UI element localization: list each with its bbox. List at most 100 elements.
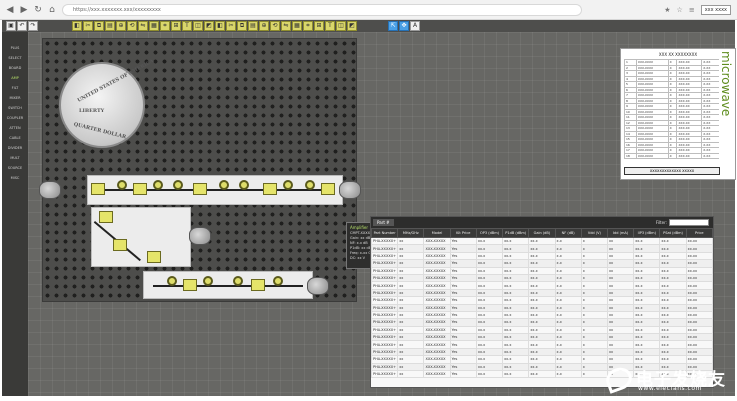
save-icon[interactable]: ◧ (72, 21, 82, 31)
cut-icon[interactable]: ▤ (105, 21, 115, 31)
column-header[interactable]: P1dB (dBm) (502, 228, 530, 238)
table-row[interactable]: PHA-XXXXX+ xx XXX-XXXXX Yes xx.x xx.x xx.x x.x x… (370, 259, 714, 268)
undo-icon[interactable]: ✂ (226, 21, 236, 31)
component-block[interactable] (99, 211, 113, 223)
sma-connector[interactable] (173, 180, 183, 190)
copy-icon[interactable]: ⊕ (116, 21, 126, 31)
mixer-block[interactable] (183, 279, 197, 291)
text-icon[interactable]: ◩ (347, 21, 357, 31)
sma-connector[interactable] (153, 180, 163, 190)
coupler-block[interactable] (113, 239, 127, 251)
sidebar-item-switch[interactable]: SWITCH (4, 104, 26, 112)
sma-end-connector[interactable] (307, 277, 329, 295)
menu-icon[interactable]: ≡ (689, 6, 695, 14)
sma-connector[interactable] (273, 276, 283, 286)
column-header[interactable]: Vdd (V) (580, 228, 608, 238)
address-bar[interactable]: https://xxx.xxxxxxx.xxx/xxxxxxxxx (62, 4, 582, 16)
sidebar-item-cable[interactable]: CABLE (4, 134, 26, 142)
pan-icon[interactable]: ✥ (399, 21, 409, 31)
zoom-icon[interactable]: ⇋ (281, 21, 291, 31)
home-icon[interactable]: ⌂ (46, 4, 58, 16)
redo-icon[interactable]: ⧉ (94, 21, 104, 31)
sma-connector[interactable] (233, 276, 243, 286)
table-row[interactable]: PHA-XXXXX+ xx XXX-XXXXX Yes xx.x xx.x xx.x x.x x… (370, 236, 714, 246)
undo-icon[interactable]: ✂ (83, 21, 93, 31)
tab-part-number[interactable]: Part # (373, 219, 394, 226)
sma-end-connector[interactable] (39, 181, 61, 199)
paste-icon[interactable]: ⟲ (270, 21, 280, 31)
sidebar-item-amp[interactable]: AMP (4, 74, 26, 82)
snap-icon[interactable]: T (182, 21, 192, 31)
sma-connector[interactable] (305, 180, 315, 190)
column-header[interactable]: Gain (dB) (528, 228, 556, 238)
sma-end-connector[interactable] (339, 181, 361, 199)
rotate-icon[interactable]: ▦ (292, 21, 302, 31)
sma-connector[interactable] (283, 180, 293, 190)
sma-connector[interactable] (219, 180, 229, 190)
copy-icon[interactable]: ⊕ (259, 21, 269, 31)
table-row[interactable]: PHA-XXXXX+ xx XXX-XXXXX Yes xx.x xx.x xx.x x.x x… (370, 244, 714, 253)
profile-button[interactable]: xxx xxxx (700, 5, 731, 15)
measure-icon[interactable]: ◫ (193, 21, 203, 31)
column-header[interactable]: MHz/GHz (397, 228, 425, 238)
sma-connector[interactable] (203, 276, 213, 286)
save-icon[interactable]: ▣ (6, 21, 16, 31)
save-icon[interactable]: ◧ (215, 21, 225, 31)
text-icon[interactable]: ◩ (204, 21, 214, 31)
sidebar-item-board[interactable]: BOARD (4, 64, 26, 72)
text-icon[interactable]: A (410, 21, 420, 31)
undo-icon[interactable]: ↶ (17, 21, 27, 31)
attenuator-block[interactable] (263, 183, 277, 195)
measure-icon[interactable]: ◫ (336, 21, 346, 31)
sidebar-item-atten[interactable]: ATTEN (4, 124, 26, 132)
amplifier-block[interactable] (133, 183, 147, 195)
filter-input[interactable] (669, 219, 709, 226)
redo-icon[interactable]: ↷ (28, 21, 38, 31)
table-row[interactable]: PHA-XXXXX+ xx XXX-XXXXX Yes xx.x xx.x xx.x x.x x… (370, 333, 714, 342)
table-row[interactable]: PHA-XXXXX+ xx XXX-XXXXX Yes xx.x xx.x xx.x x.x x… (370, 325, 714, 335)
sidebar-item-select[interactable]: SELECT (4, 54, 26, 62)
sma-connector[interactable] (167, 276, 177, 286)
filter-block[interactable] (193, 183, 207, 195)
amplifier-block[interactable] (251, 279, 265, 291)
table-row[interactable]: PHA-XXXXX+ xx XXX-XXXXX Yes xx.x xx.x xx.x x.x x… (370, 288, 714, 298)
parts-table-panel[interactable]: Part # Filter: Part Number MHz/GHz Model Ki… (370, 216, 714, 388)
sma-connector[interactable] (117, 180, 127, 190)
grid-icon[interactable]: ⊞ (171, 21, 181, 31)
forward-icon[interactable]: ▶ (18, 4, 30, 16)
table-row[interactable]: PHA-XXXXX+ xx XXX-XXXXX Yes xx.x xx.x xx.x x.x x… (370, 266, 714, 275)
table-row[interactable]: PHA-XXXXX+ xx XXX-XXXXX Yes xx.x xx.x xx.x x.x x… (370, 273, 714, 283)
column-header[interactable]: Idd (mA) (606, 228, 635, 238)
cursor-icon[interactable]: ⇱ (388, 21, 398, 31)
component-block[interactable] (321, 183, 335, 195)
grid-icon[interactable]: ⊞ (314, 21, 324, 31)
component-block[interactable] (147, 251, 161, 263)
table-row[interactable]: PHA-XXXXX+ xx XXX-XXXXX Yes xx.x xx.x xx.x x.x x… (370, 296, 714, 305)
redo-icon[interactable]: ⧉ (237, 21, 247, 31)
sidebar-item-mult[interactable]: MULT (4, 154, 26, 162)
sidebar-item-source[interactable]: SOURCE (4, 164, 26, 172)
column-header[interactable]: Model (423, 228, 451, 238)
column-header[interactable]: OP3 (dBm) (475, 228, 504, 238)
table-row[interactable]: PHA-XXXXX+ xx XXX-XXXXX Yes xx.x xx.x xx.x x.x x… (370, 318, 714, 327)
column-header[interactable]: NF (dB) (554, 228, 582, 238)
column-header[interactable]: IIP3 (dBm) (633, 228, 661, 238)
table-row[interactable]: PHA-XXXXX+ xx XXX-XXXXX Yes xx.x xx.x xx.x x.x x… (370, 355, 714, 364)
sidebar-item-plus[interactable]: PLUS (4, 44, 26, 52)
flip-icon[interactable]: ⌗ (303, 21, 313, 31)
breadboard[interactable]: UNITED STATES OF AMERICA LIBERTY QUARTER… (39, 38, 361, 302)
sidebar-item-misc[interactable]: MISC (4, 174, 26, 182)
table-row[interactable]: PHA-XXXXX+ xx XXX-XXXXX Yes xx.x xx.x xx.x x.x x… (370, 303, 714, 312)
cut-icon[interactable]: ▤ (248, 21, 258, 31)
column-header[interactable]: Kit Price (449, 228, 477, 238)
back-icon[interactable]: ◀ (4, 4, 16, 16)
sma-connector[interactable] (239, 180, 249, 190)
flip-icon[interactable]: ⌗ (160, 21, 170, 31)
table-row[interactable]: PHA-XXXXX+ xx XXX-XXXXX Yes xx.x xx.x xx.x x.x x… (370, 281, 714, 290)
sma-end-connector[interactable] (189, 227, 211, 245)
table-row[interactable]: PHA-XXXXX+ xx XXX-XXXXX Yes xx.x xx.x xx.x x.x x… (370, 347, 714, 357)
spec-sheet-panel[interactable]: XXX XX XXXXXXXX 1 XXX-XXXX X XXX.XX X.XX 2 XXX… (620, 48, 736, 180)
extensions-icon[interactable]: ★ (664, 6, 670, 14)
reload-icon[interactable]: ↻ (32, 4, 44, 16)
column-header[interactable]: Price (685, 228, 714, 238)
